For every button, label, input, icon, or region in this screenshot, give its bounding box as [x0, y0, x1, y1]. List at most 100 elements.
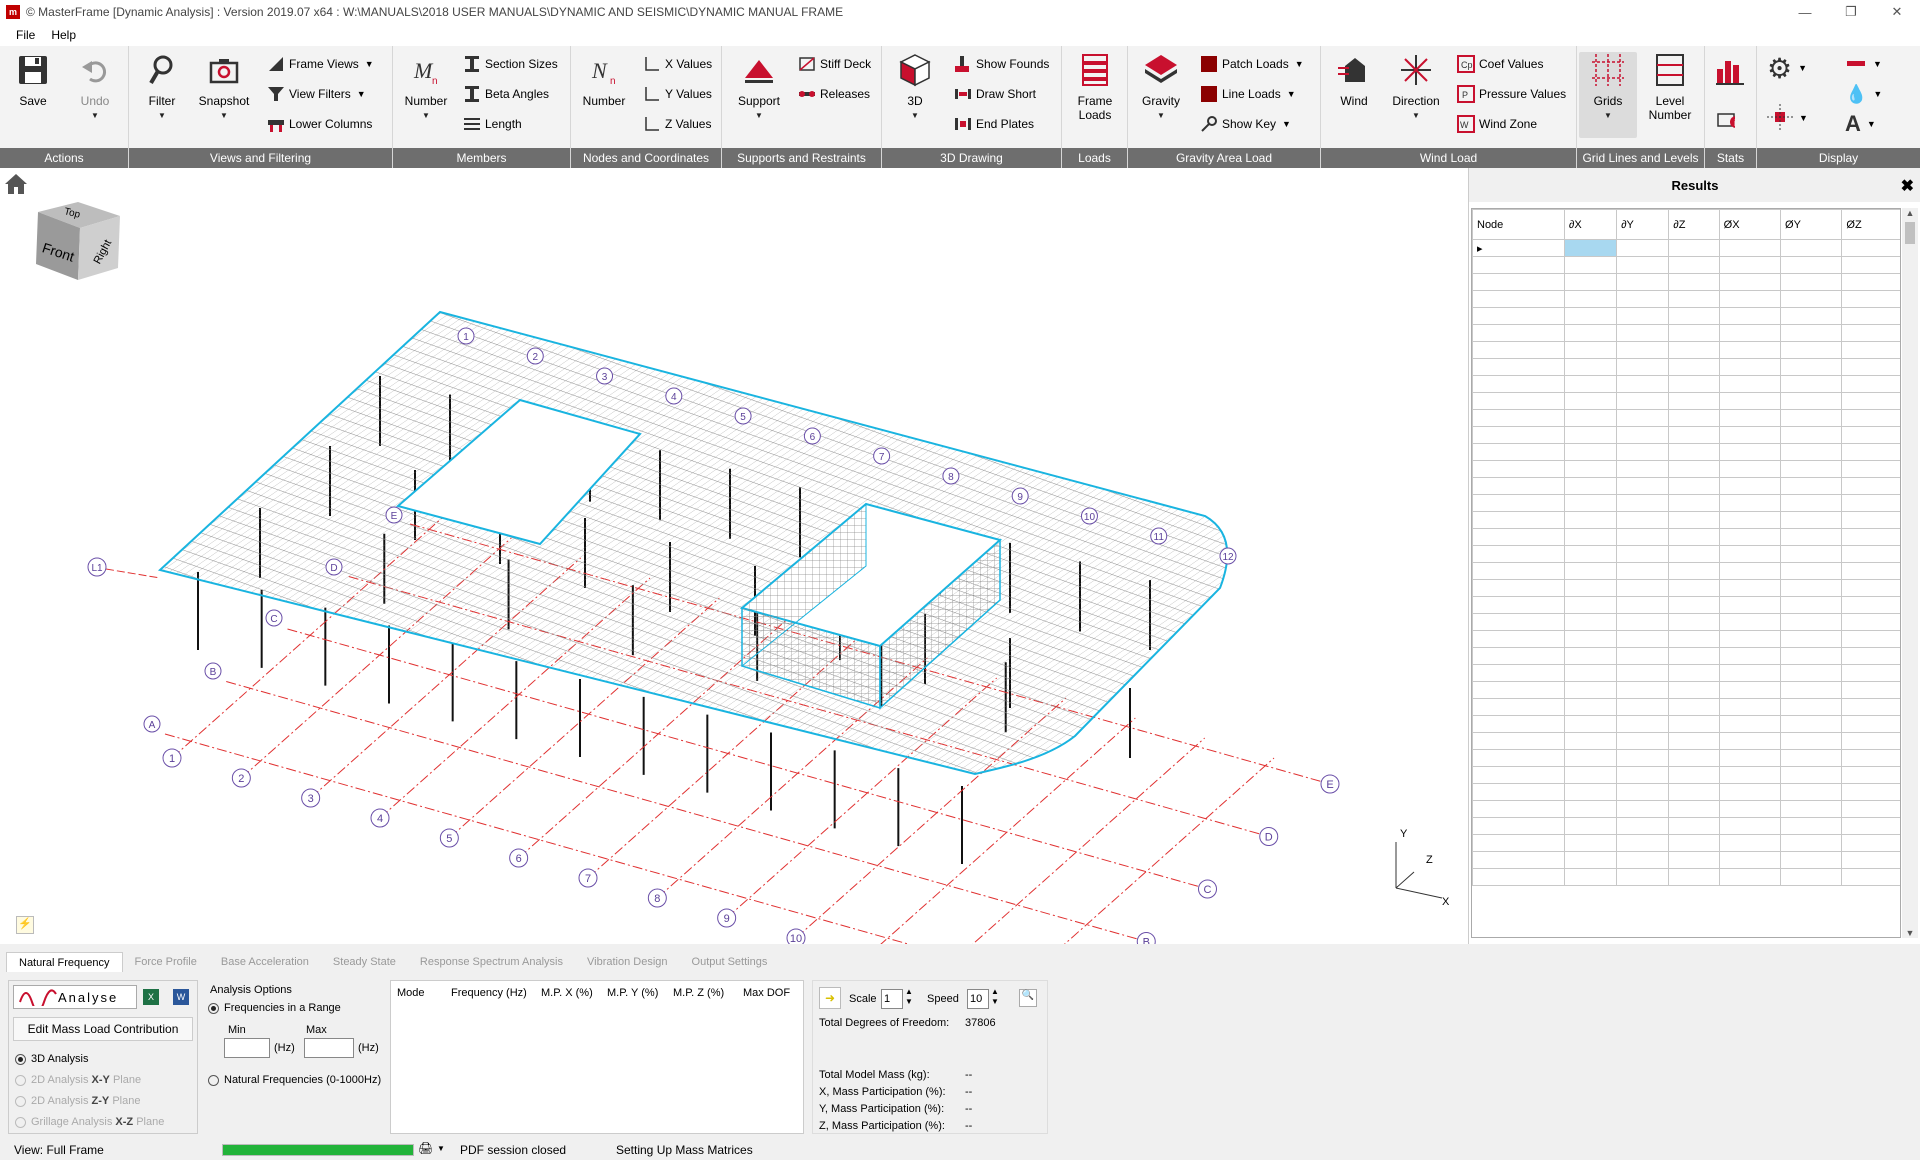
table-cell[interactable] [1780, 817, 1843, 835]
table-cell[interactable] [1780, 375, 1843, 393]
table-row[interactable] [1472, 477, 1900, 495]
table-cell[interactable] [1780, 358, 1843, 376]
member-number-button[interactable]: Mn Number ▼ [397, 52, 455, 138]
z-values-button[interactable]: Z Values [643, 112, 711, 136]
table-cell[interactable] [1841, 817, 1900, 835]
table-cell[interactable] [1841, 596, 1900, 614]
table-cell[interactable] [1616, 477, 1670, 495]
radio-freq-range[interactable]: Frequencies in a Range [208, 1002, 341, 1014]
end-plates-button[interactable]: End Plates [954, 112, 1034, 136]
table-cell[interactable] [1668, 511, 1720, 529]
table-cell[interactable] [1841, 358, 1900, 376]
table-cell[interactable] [1563, 409, 1618, 427]
table-cell[interactable] [1780, 851, 1843, 869]
show-key-button[interactable]: Show Key ▼ [1200, 112, 1291, 136]
table-cell[interactable] [1616, 545, 1670, 563]
table-cell[interactable] [1668, 800, 1720, 818]
table-cell[interactable] [1718, 392, 1782, 410]
speed-spinner-icon[interactable]: ▲ ▼ [991, 987, 999, 1007]
y-values-button[interactable]: Y Values [643, 82, 712, 106]
table-cell[interactable] [1841, 477, 1900, 495]
table-cell[interactable] [1780, 562, 1843, 580]
show-founds-button[interactable]: Show Founds [954, 52, 1049, 76]
table-cell[interactable] [1472, 681, 1565, 699]
table-cell[interactable] [1841, 732, 1900, 750]
table-cell[interactable] [1780, 392, 1843, 410]
level-number-button[interactable]: Level Number [1641, 52, 1699, 138]
table-row[interactable] [1472, 664, 1900, 682]
table-cell[interactable] [1841, 324, 1900, 342]
table-cell[interactable] [1718, 630, 1782, 648]
table-cell[interactable] [1472, 375, 1565, 393]
table-cell[interactable] [1780, 426, 1843, 444]
table-cell[interactable] [1718, 494, 1782, 512]
mode-col-header[interactable]: M.P. X (%) [541, 987, 607, 999]
table-cell[interactable] [1718, 443, 1782, 461]
table-cell[interactable] [1718, 409, 1782, 427]
table-row[interactable] [1472, 698, 1900, 716]
mode-col-header[interactable]: M.P. Y (%) [607, 987, 673, 999]
table-cell[interactable] [1472, 783, 1565, 801]
table-cell[interactable] [1616, 324, 1670, 342]
table-cell[interactable] [1668, 732, 1720, 750]
beta-angles-button[interactable]: Beta Angles [463, 82, 549, 106]
table-cell[interactable] [1472, 256, 1565, 274]
table-cell[interactable] [1472, 392, 1565, 410]
table-cell[interactable] [1563, 392, 1618, 410]
length-button[interactable]: Length [463, 112, 522, 136]
draw-short-button[interactable]: Draw Short [954, 82, 1036, 106]
tab-force-profile[interactable]: Force Profile [123, 952, 209, 972]
table-cell[interactable] [1718, 766, 1782, 784]
mode-col-header[interactable]: M.P. Z (%) [673, 987, 743, 999]
table-cell[interactable] [1668, 766, 1720, 784]
table-row[interactable] [1472, 358, 1900, 376]
table-cell[interactable] [1472, 834, 1565, 852]
table-cell[interactable] [1718, 341, 1782, 359]
table-cell[interactable] [1563, 307, 1618, 325]
table-cell[interactable] [1616, 783, 1670, 801]
table-cell[interactable] [1668, 341, 1720, 359]
scale-spinner-icon[interactable]: ▲ ▼ [905, 987, 913, 1007]
patch-loads-button[interactable]: Patch Loads ▼ [1200, 52, 1304, 76]
table-cell[interactable] [1780, 783, 1843, 801]
table-cell[interactable] [1472, 732, 1565, 750]
table-cell[interactable] [1841, 766, 1900, 784]
table-cell[interactable] [1616, 579, 1670, 597]
table-cell[interactable] [1718, 273, 1782, 291]
restore-button[interactable]: ❐ [1828, 0, 1874, 24]
table-cell[interactable] [1841, 783, 1900, 801]
table-cell[interactable] [1563, 375, 1618, 393]
table-row[interactable] [1472, 851, 1900, 869]
table-cell[interactable] [1668, 545, 1720, 563]
table-cell[interactable] [1563, 664, 1618, 682]
table-cell[interactable] [1718, 528, 1782, 546]
table-cell[interactable] [1472, 562, 1565, 580]
table-cell[interactable] [1668, 460, 1720, 478]
table-row[interactable] [1472, 494, 1900, 512]
table-cell[interactable] [1472, 494, 1565, 512]
table-cell[interactable] [1780, 868, 1843, 886]
table-cell[interactable] [1472, 698, 1565, 716]
table-cell[interactable] [1563, 698, 1618, 716]
table-cell[interactable] [1616, 392, 1670, 410]
table-cell[interactable] [1718, 698, 1782, 716]
export-word-icon[interactable]: W [173, 989, 189, 1005]
table-cell[interactable] [1472, 477, 1565, 495]
table-cell[interactable] [1563, 324, 1618, 342]
grids-button[interactable]: Grids ▼ [1579, 52, 1637, 138]
table-cell[interactable] [1563, 613, 1618, 631]
scale-input[interactable]: 1 [881, 989, 903, 1009]
table-cell[interactable] [1668, 290, 1720, 308]
table-cell[interactable] [1841, 868, 1900, 886]
mode-col-header[interactable]: Frequency (Hz) [451, 987, 541, 999]
results-col-header[interactable]: ∂X [1563, 209, 1618, 240]
table-cell[interactable] [1668, 647, 1720, 665]
table-cell[interactable] [1563, 800, 1618, 818]
table-cell[interactable] [1718, 647, 1782, 665]
table-cell[interactable] [1472, 800, 1565, 818]
table-cell[interactable] [1718, 783, 1782, 801]
coef-values-button[interactable]: Cp Coef Values [1457, 52, 1543, 76]
table-cell[interactable] [1616, 647, 1670, 665]
table-cell[interactable] [1616, 817, 1670, 835]
speed-input[interactable]: 10 [967, 989, 989, 1009]
